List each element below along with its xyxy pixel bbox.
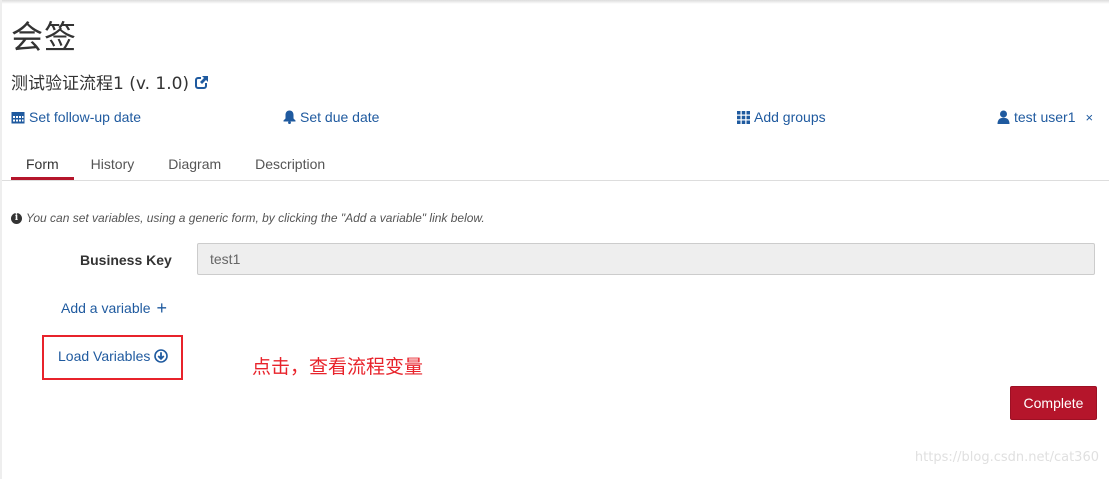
calendar-icon [11,111,25,124]
grid-icon [737,110,750,124]
circle-arrow-down-icon [154,349,169,363]
process-name: 测试验证流程1 (v. 1.0) [11,74,190,94]
external-link-icon[interactable] [195,74,210,89]
bell-icon [283,110,296,124]
business-key-input[interactable] [197,243,1095,275]
assignee-link[interactable]: test user1 [997,109,1075,125]
process-definition: 测试验证流程1 (v. 1.0) [11,69,210,94]
info-icon: i [11,212,22,224]
info-message: i You can set variables, using a generic… [11,211,485,225]
page-title: 会签 [11,18,78,56]
task-tabs: Form History Diagram Description [11,150,1109,180]
tab-description[interactable]: Description [238,150,342,180]
assignee-name: test user1 [1014,109,1076,125]
remove-assignee-button[interactable]: × [1085,110,1093,125]
load-variables-link[interactable]: Load Variables [58,348,169,364]
tabs-divider [2,180,1109,181]
info-text: You can set variables, using a generic f… [26,211,485,225]
tab-form[interactable]: Form [11,150,74,180]
assignee: test user1 × [997,109,1093,125]
add-variable-link[interactable]: Add a variable + [61,298,168,318]
set-due-date-link[interactable]: Set due date [283,109,379,125]
add-groups-label: Add groups [754,109,826,125]
annotation-text: 点击，查看流程变量 [252,356,424,378]
tab-diagram[interactable]: Diagram [151,150,238,180]
top-shadow [0,0,1109,4]
set-follow-up-date-link[interactable]: Set follow-up date [11,109,141,125]
due-date-label: Set due date [300,109,380,125]
user-icon [997,110,1010,124]
follow-up-label: Set follow-up date [29,109,142,125]
load-variables-label: Load Variables [58,348,151,364]
add-variable-label: Add a variable [61,300,151,316]
tab-history[interactable]: History [74,150,152,180]
left-border [0,0,2,479]
complete-button[interactable]: Complete [1010,386,1097,420]
plus-icon: + [156,298,168,318]
business-key-label: Business Key [80,252,172,268]
watermark: https://blog.csdn.net/cat360 [914,450,1099,465]
add-groups-link[interactable]: Add groups [737,109,826,125]
